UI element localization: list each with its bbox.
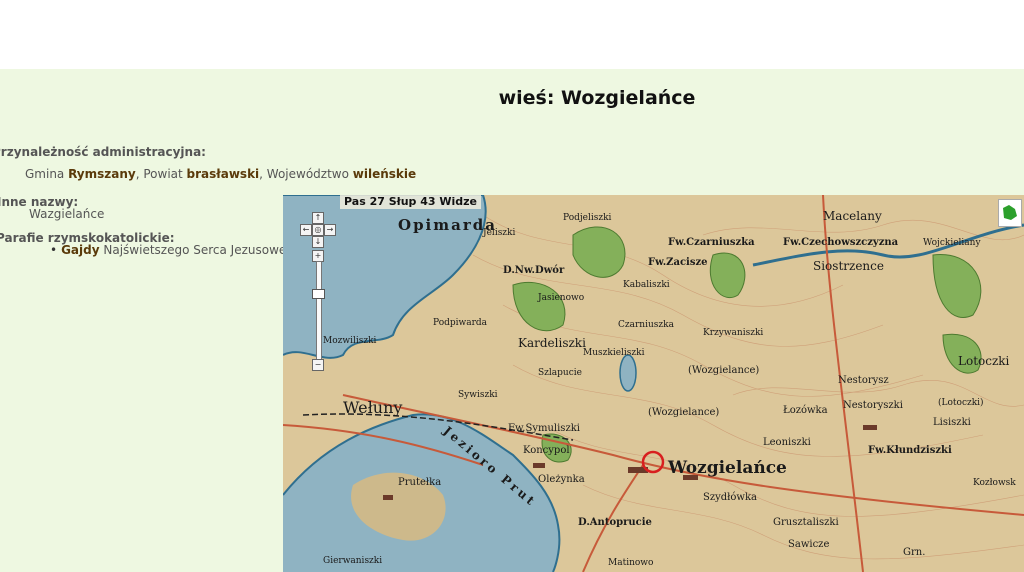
svg-text:D.Antoprucie: D.Antoprucie bbox=[578, 517, 652, 528]
admin-section-label: Przynależność administracyjna: bbox=[0, 145, 206, 159]
pan-center-button[interactable]: ◎ bbox=[312, 224, 324, 236]
svg-text:Podjeliszki: Podjeliszki bbox=[563, 213, 612, 223]
svg-text:(Wozgielance): (Wozgielance) bbox=[648, 407, 719, 418]
svg-text:Grn.: Grn. bbox=[903, 547, 925, 558]
historical-map[interactable]: Opimarda Jeliszki Podjeliszki Fw.Czarniu… bbox=[283, 195, 1024, 572]
zoom-slider-knob[interactable] bbox=[312, 289, 325, 299]
overview-map-toggle[interactable] bbox=[998, 199, 1022, 227]
svg-text:Sywiszki: Sywiszki bbox=[458, 390, 498, 400]
gmina-link[interactable]: Rymszany bbox=[68, 167, 136, 181]
zoom-slider-track[interactable] bbox=[316, 261, 322, 371]
svg-text:Szlapucie: Szlapucie bbox=[538, 368, 582, 378]
pan-up-button[interactable]: ↑ bbox=[312, 212, 324, 224]
svg-text:Jasienowo: Jasienowo bbox=[537, 293, 584, 303]
svg-text:Nestoryszki: Nestoryszki bbox=[843, 400, 903, 411]
svg-text:Szydłówka: Szydłówka bbox=[703, 492, 757, 503]
map-label-wozgielance: Wozgielańce bbox=[667, 458, 787, 478]
svg-text:Macelany: Macelany bbox=[823, 209, 882, 223]
svg-text:Siostrzence: Siostrzence bbox=[813, 259, 884, 273]
svg-text:Oleżynka: Oleżynka bbox=[538, 474, 585, 485]
svg-text:Wełuny: Wełuny bbox=[343, 398, 402, 417]
map-grid-label: Pas 27 Słup 43 Widze bbox=[340, 195, 482, 209]
svg-text:Fw.Czarniuszka: Fw.Czarniuszka bbox=[668, 237, 755, 248]
page-title: wieś: Wozgielańce bbox=[498, 87, 696, 109]
other-name-value: Wazgielańce bbox=[29, 207, 105, 221]
svg-text:Leoniszki: Leoniszki bbox=[763, 437, 811, 448]
svg-text:Sawicze: Sawicze bbox=[788, 539, 829, 550]
list-bullet: • bbox=[50, 243, 58, 257]
svg-text:Kardeliszki: Kardeliszki bbox=[518, 336, 586, 350]
svg-text:Grusztaliszki: Grusztaliszki bbox=[773, 517, 839, 528]
map-navigation-control: ↑ ← ◎ → ↓ + − bbox=[299, 209, 339, 379]
powiat-prefix: , Powiat bbox=[135, 167, 187, 181]
pan-down-button[interactable]: ↓ bbox=[312, 236, 324, 248]
svg-text:Wojckieliany: Wojckieliany bbox=[923, 238, 981, 248]
svg-text:Matinowo: Matinowo bbox=[608, 558, 653, 568]
svg-text:Kabaliszki: Kabaliszki bbox=[623, 280, 670, 290]
zoom-out-button[interactable]: − bbox=[312, 359, 324, 371]
parish-detail: Najświetszego Serca Jezusowego bbox=[99, 243, 302, 257]
svg-text:(Lotoczki): (Lotoczki) bbox=[938, 397, 984, 408]
svg-text:Fw.Kłundziszki: Fw.Kłundziszki bbox=[868, 445, 952, 456]
svg-text:Łozówka: Łozówka bbox=[783, 405, 828, 416]
pan-left-button[interactable]: ← bbox=[300, 224, 312, 236]
parish-list-item: • Gajdy Najświetszego Serca Jezusowego bbox=[50, 243, 301, 257]
page-content: wieś: Wozgielańce Przynależność administ… bbox=[0, 69, 1024, 572]
svg-text:Lotoczki: Lotoczki bbox=[958, 354, 1010, 368]
powiat-link[interactable]: brasławski bbox=[187, 167, 260, 181]
svg-text:Prutełka: Prutełka bbox=[398, 477, 441, 488]
parish-link[interactable]: Gajdy bbox=[61, 243, 99, 257]
svg-text:Koncypol: Koncypol bbox=[523, 445, 570, 456]
map-canvas: Opimarda Jeliszki Podjeliszki Fw.Czarniu… bbox=[283, 195, 1024, 572]
svg-text:Czarniuszka: Czarniuszka bbox=[618, 320, 675, 330]
gmina-prefix: Gmina bbox=[25, 167, 69, 181]
svg-text:Fw.Symuliszki: Fw.Symuliszki bbox=[508, 423, 580, 434]
svg-text:D.Nw.Dwór: D.Nw.Dwór bbox=[503, 265, 565, 276]
admin-line: Gmina Rymszany, Powiat brasławski, Wojew… bbox=[25, 167, 416, 181]
svg-text:(Wozgielance): (Wozgielance) bbox=[688, 365, 759, 376]
wojewodztwo-link[interactable]: wileńskie bbox=[353, 167, 416, 181]
map-thumbnail-icon bbox=[1003, 205, 1017, 220]
svg-text:Fw.Czechowszczyzna: Fw.Czechowszczyzna bbox=[783, 237, 899, 248]
svg-text:Lisiszki: Lisiszki bbox=[933, 417, 971, 428]
svg-text:Muszkieliszki: Muszkieliszki bbox=[583, 348, 645, 358]
woj-prefix: , Województwo bbox=[259, 167, 353, 181]
svg-text:Fw.Zacisze: Fw.Zacisze bbox=[648, 257, 708, 268]
svg-text:Gierwaniszki: Gierwaniszki bbox=[323, 556, 382, 566]
svg-text:Krzywaniszki: Krzywaniszki bbox=[703, 328, 763, 338]
svg-text:Nestorysz: Nestorysz bbox=[838, 375, 889, 386]
svg-text:Kozłowsk: Kozłowsk bbox=[973, 478, 1016, 488]
svg-text:Podpiwarda: Podpiwarda bbox=[433, 318, 488, 328]
svg-text:Jeliszki: Jeliszki bbox=[482, 228, 516, 238]
pan-right-button[interactable]: → bbox=[324, 224, 336, 236]
